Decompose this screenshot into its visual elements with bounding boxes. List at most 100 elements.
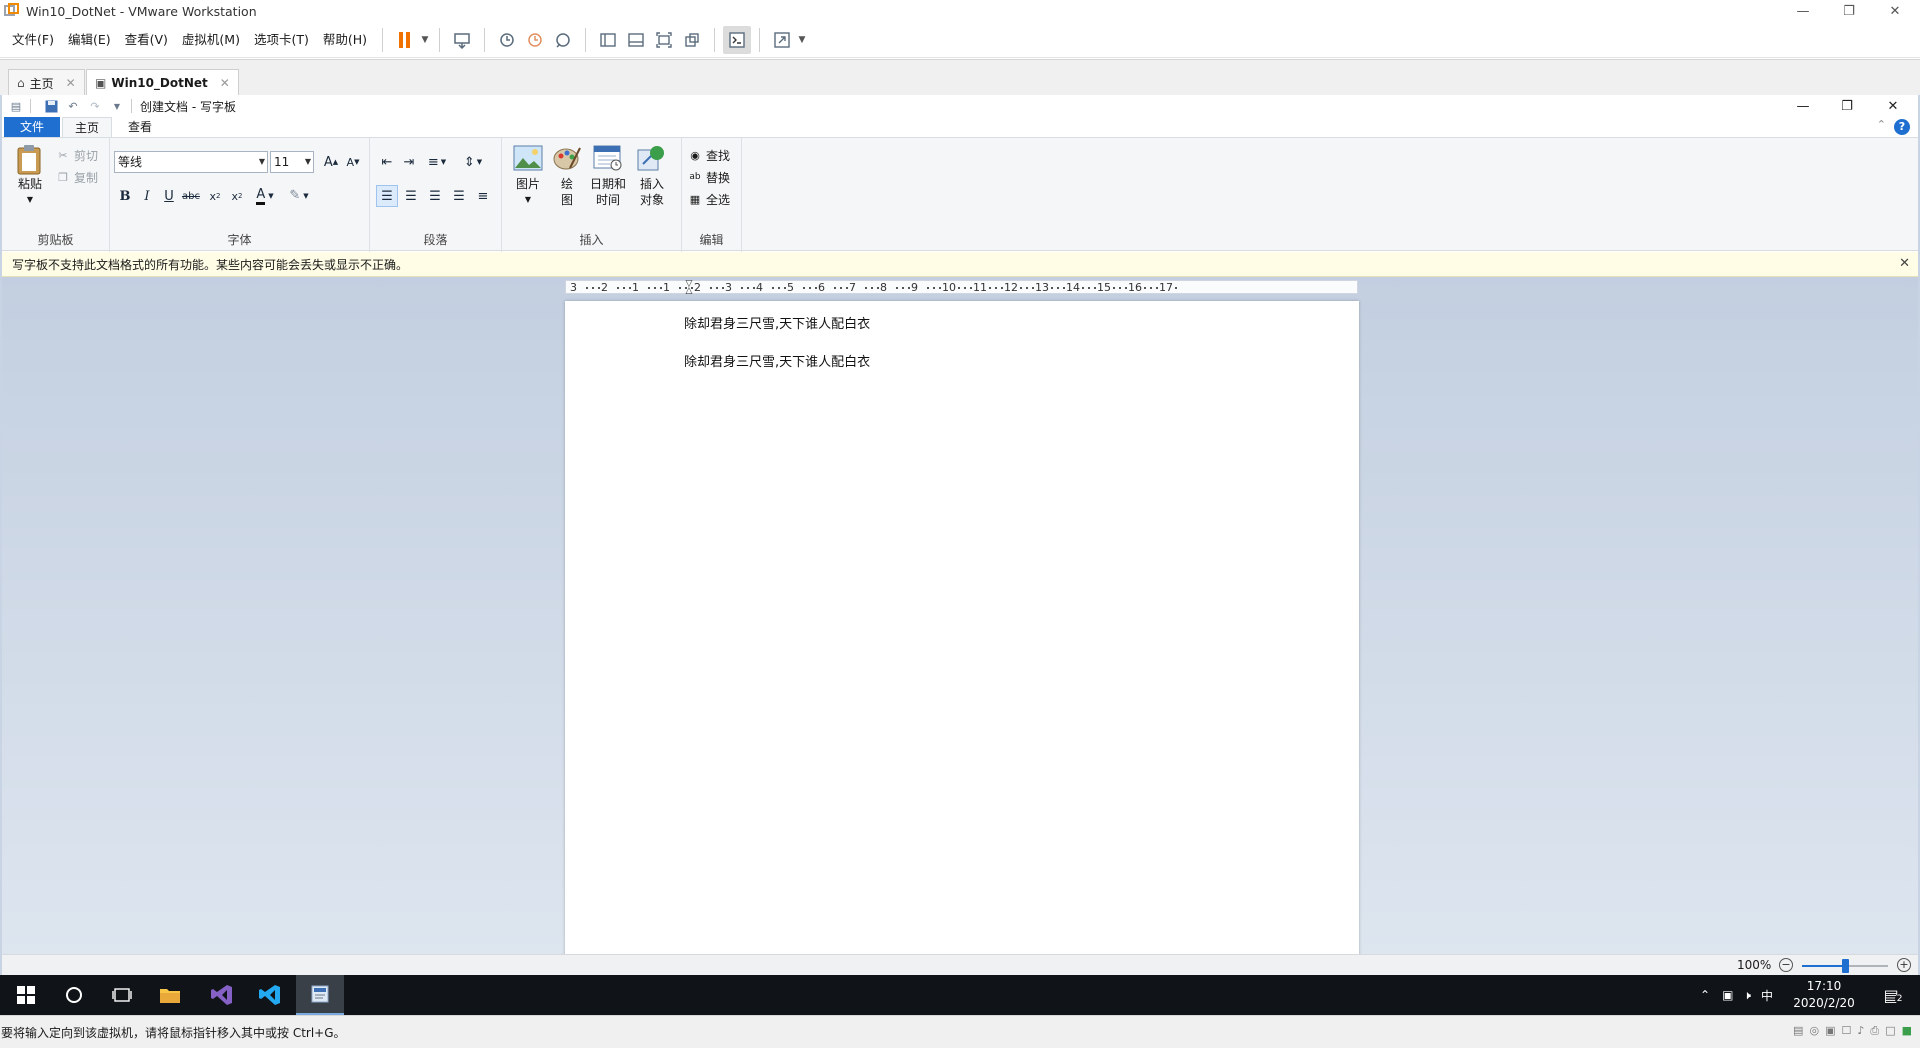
highlight-color-icon[interactable]: ✎ ▼ <box>284 185 314 207</box>
bold-icon[interactable]: B <box>114 185 136 207</box>
qat-customize-icon[interactable]: ▼ <box>109 98 125 114</box>
tab-home-close-icon[interactable]: ✕ <box>66 76 76 90</box>
search-button[interactable] <box>50 975 98 1015</box>
zoom-slider[interactable] <box>1802 959 1888 973</box>
underline-icon[interactable]: U <box>158 185 180 207</box>
select-all-button[interactable]: ▦ 全选 <box>688 190 730 208</box>
unity-icon[interactable] <box>678 26 706 54</box>
paste-dropdown-icon[interactable]: ▼ <box>27 192 33 208</box>
paste-button[interactable]: 粘贴 ▼ <box>12 144 48 208</box>
display-icon[interactable]: □ <box>1885 1024 1895 1038</box>
insert-paint-drawing-button[interactable]: 绘 图 <box>550 144 584 208</box>
font-family-select[interactable]: 等线 ▼ <box>114 151 268 173</box>
save-icon[interactable] <box>43 98 59 114</box>
full-screen-icon[interactable] <box>650 26 678 54</box>
document-line[interactable]: 除却君身三尺雪,天下谁人配白衣 <box>684 313 870 332</box>
document-line[interactable]: 除却君身三尺雪,天下谁人配白衣 <box>684 351 870 370</box>
undo-icon[interactable]: ↶ <box>65 98 81 114</box>
message-log-icon[interactable]: ■ <box>1902 1024 1912 1038</box>
paragraph-settings-icon[interactable]: ≡ <box>472 185 494 207</box>
sound-icon[interactable]: ♪ <box>1857 1024 1864 1038</box>
pause-dropdown-icon[interactable]: ▼ <box>419 35 431 45</box>
taskbar-wordpad[interactable] <box>296 975 344 1015</box>
tab-home[interactable]: ⌂ 主页 ✕ <box>8 69 85 96</box>
menu-tabs[interactable]: 选项卡(T) <box>247 22 316 58</box>
network-adapter-icon[interactable]: ▣ <box>1825 1024 1835 1038</box>
pause-icon[interactable] <box>391 26 419 54</box>
help-icon[interactable]: ? <box>1894 119 1910 135</box>
zoom-slider-thumb[interactable] <box>1842 959 1849 973</box>
ime-indicator[interactable]: 中 <box>1761 987 1773 1004</box>
document-area[interactable]: ▽ △ 3 2 1 1 2 3 4 5 6 7 8 9 10 11 12 13 14 15 16 17 除却君身三尺雪,… <box>2 277 1918 954</box>
tab-vm-close-icon[interactable]: ✕ <box>220 76 230 90</box>
redo-icon[interactable]: ↷ <box>87 98 103 114</box>
strikethrough-icon[interactable]: abc <box>180 185 202 207</box>
printer-icon[interactable]: ⎙ <box>1870 1024 1879 1038</box>
copy-button[interactable]: ❐ 复制 <box>56 168 98 186</box>
taskbar-clock[interactable]: 17:10 2020/2/20 <box>1789 978 1859 1012</box>
usb-icon[interactable]: ☐ <box>1841 1024 1851 1038</box>
taskbar-visual-studio[interactable] <box>198 975 246 1015</box>
hard-disk-icon[interactable]: ▤ <box>1793 1024 1803 1038</box>
align-right-icon[interactable]: ☰ <box>424 185 446 207</box>
wordpad-minimize-button[interactable]: — <box>1780 95 1826 117</box>
taskbar-vs-code[interactable] <box>246 975 294 1015</box>
vmware-restore-button[interactable]: ❐ <box>1826 0 1872 22</box>
align-left-icon[interactable]: ☰ <box>376 185 398 207</box>
insert-object-button[interactable]: 插入 对象 <box>632 144 672 208</box>
thumbnail-bar-icon[interactable] <box>622 26 650 54</box>
insert-picture-dropdown-icon[interactable]: ▼ <box>525 192 531 208</box>
shrink-font-icon[interactable]: A ▼ <box>342 151 364 173</box>
info-bar-close-icon[interactable]: ✕ <box>1899 256 1910 271</box>
zoom-in-icon[interactable]: + <box>1897 958 1911 972</box>
menu-edit[interactable]: 编辑(E) <box>61 22 118 58</box>
italic-icon[interactable]: I <box>136 185 158 207</box>
ribbon-file-tab[interactable]: 文件 <box>4 117 60 137</box>
increase-indent-icon[interactable]: ⇥ <box>398 151 420 173</box>
taskbar-file-explorer[interactable] <box>146 975 194 1015</box>
library-view-icon[interactable] <box>594 26 622 54</box>
cd-dvd-icon[interactable]: ◎ <box>1809 1024 1819 1038</box>
ribbon-view-tab[interactable]: 查看 <box>118 117 162 138</box>
cut-button[interactable]: ✂ 剪切 <box>56 146 98 164</box>
document-page[interactable]: 除却君身三尺雪,天下谁人配白衣 除却君身三尺雪,天下谁人配白衣 <box>565 301 1359 954</box>
menu-vm[interactable]: 虚拟机(M) <box>175 22 247 58</box>
stretch-dropdown-icon[interactable]: ▼ <box>796 35 808 45</box>
revert-snapshot-icon[interactable] <box>521 26 549 54</box>
find-button[interactable]: ◉ 查找 <box>688 146 730 164</box>
wordpad-close-button[interactable]: ✕ <box>1870 95 1916 117</box>
stretch-guest-icon[interactable] <box>768 26 796 54</box>
superscript-icon[interactable]: x2 <box>226 185 248 207</box>
replace-button[interactable]: ab 替换 <box>688 168 730 186</box>
insert-datetime-button[interactable]: 日期和 时间 <box>586 144 630 208</box>
wordpad-restore-button[interactable]: ❐ <box>1824 95 1870 117</box>
wordpad-app-icon[interactable]: ▤ <box>8 98 24 114</box>
console-view-icon[interactable] <box>723 25 752 54</box>
bullet-list-icon[interactable]: ≡ ▼ <box>422 151 452 173</box>
vmware-minimize-button[interactable]: — <box>1780 0 1826 22</box>
snapshot-manager-icon[interactable] <box>549 26 577 54</box>
ribbon-home-tab[interactable]: 主页 <box>62 117 112 138</box>
snapshot-icon[interactable] <box>493 26 521 54</box>
zoom-out-icon[interactable]: − <box>1779 958 1793 972</box>
send-ctrl-alt-del-icon[interactable] <box>448 26 476 54</box>
font-family-dropdown-icon[interactable]: ▼ <box>259 152 265 172</box>
menu-help[interactable]: 帮助(H) <box>316 22 374 58</box>
tab-vm[interactable]: ▣ Win10_DotNet ✕ <box>86 69 239 96</box>
network-icon[interactable]: ▣ <box>1722 988 1733 1002</box>
start-button[interactable] <box>2 975 50 1015</box>
task-view-button[interactable] <box>98 975 146 1015</box>
menu-view[interactable]: 查看(V) <box>118 22 175 58</box>
minimize-ribbon-icon[interactable]: ⌃ <box>1877 118 1886 131</box>
line-spacing-icon[interactable]: ⇕ ▼ <box>458 151 488 173</box>
volume-icon[interactable]: 🕨 <box>1743 988 1751 1003</box>
guest-screen[interactable]: ▤ ↶ ↷ ▼ 创建文档 - 写字板 — ❐ ✕ 文件 主页 查看 ⌃ ? 粘贴… <box>0 95 1920 975</box>
action-center-button[interactable]: ▤ 2 <box>1870 975 1918 1015</box>
vmware-close-button[interactable]: ✕ <box>1872 0 1918 22</box>
insert-picture-button[interactable]: 图片 ▼ <box>510 144 546 208</box>
menu-file[interactable]: 文件(F) <box>0 22 61 58</box>
grow-font-icon[interactable]: A ▲ <box>320 151 342 173</box>
justify-icon[interactable]: ☰ <box>448 185 470 207</box>
font-color-icon[interactable]: A ▼ <box>250 185 280 207</box>
ruler[interactable]: ▽ △ 3 2 1 1 2 3 4 5 6 7 8 9 10 11 12 13 14 15 16 17 <box>565 280 1358 296</box>
